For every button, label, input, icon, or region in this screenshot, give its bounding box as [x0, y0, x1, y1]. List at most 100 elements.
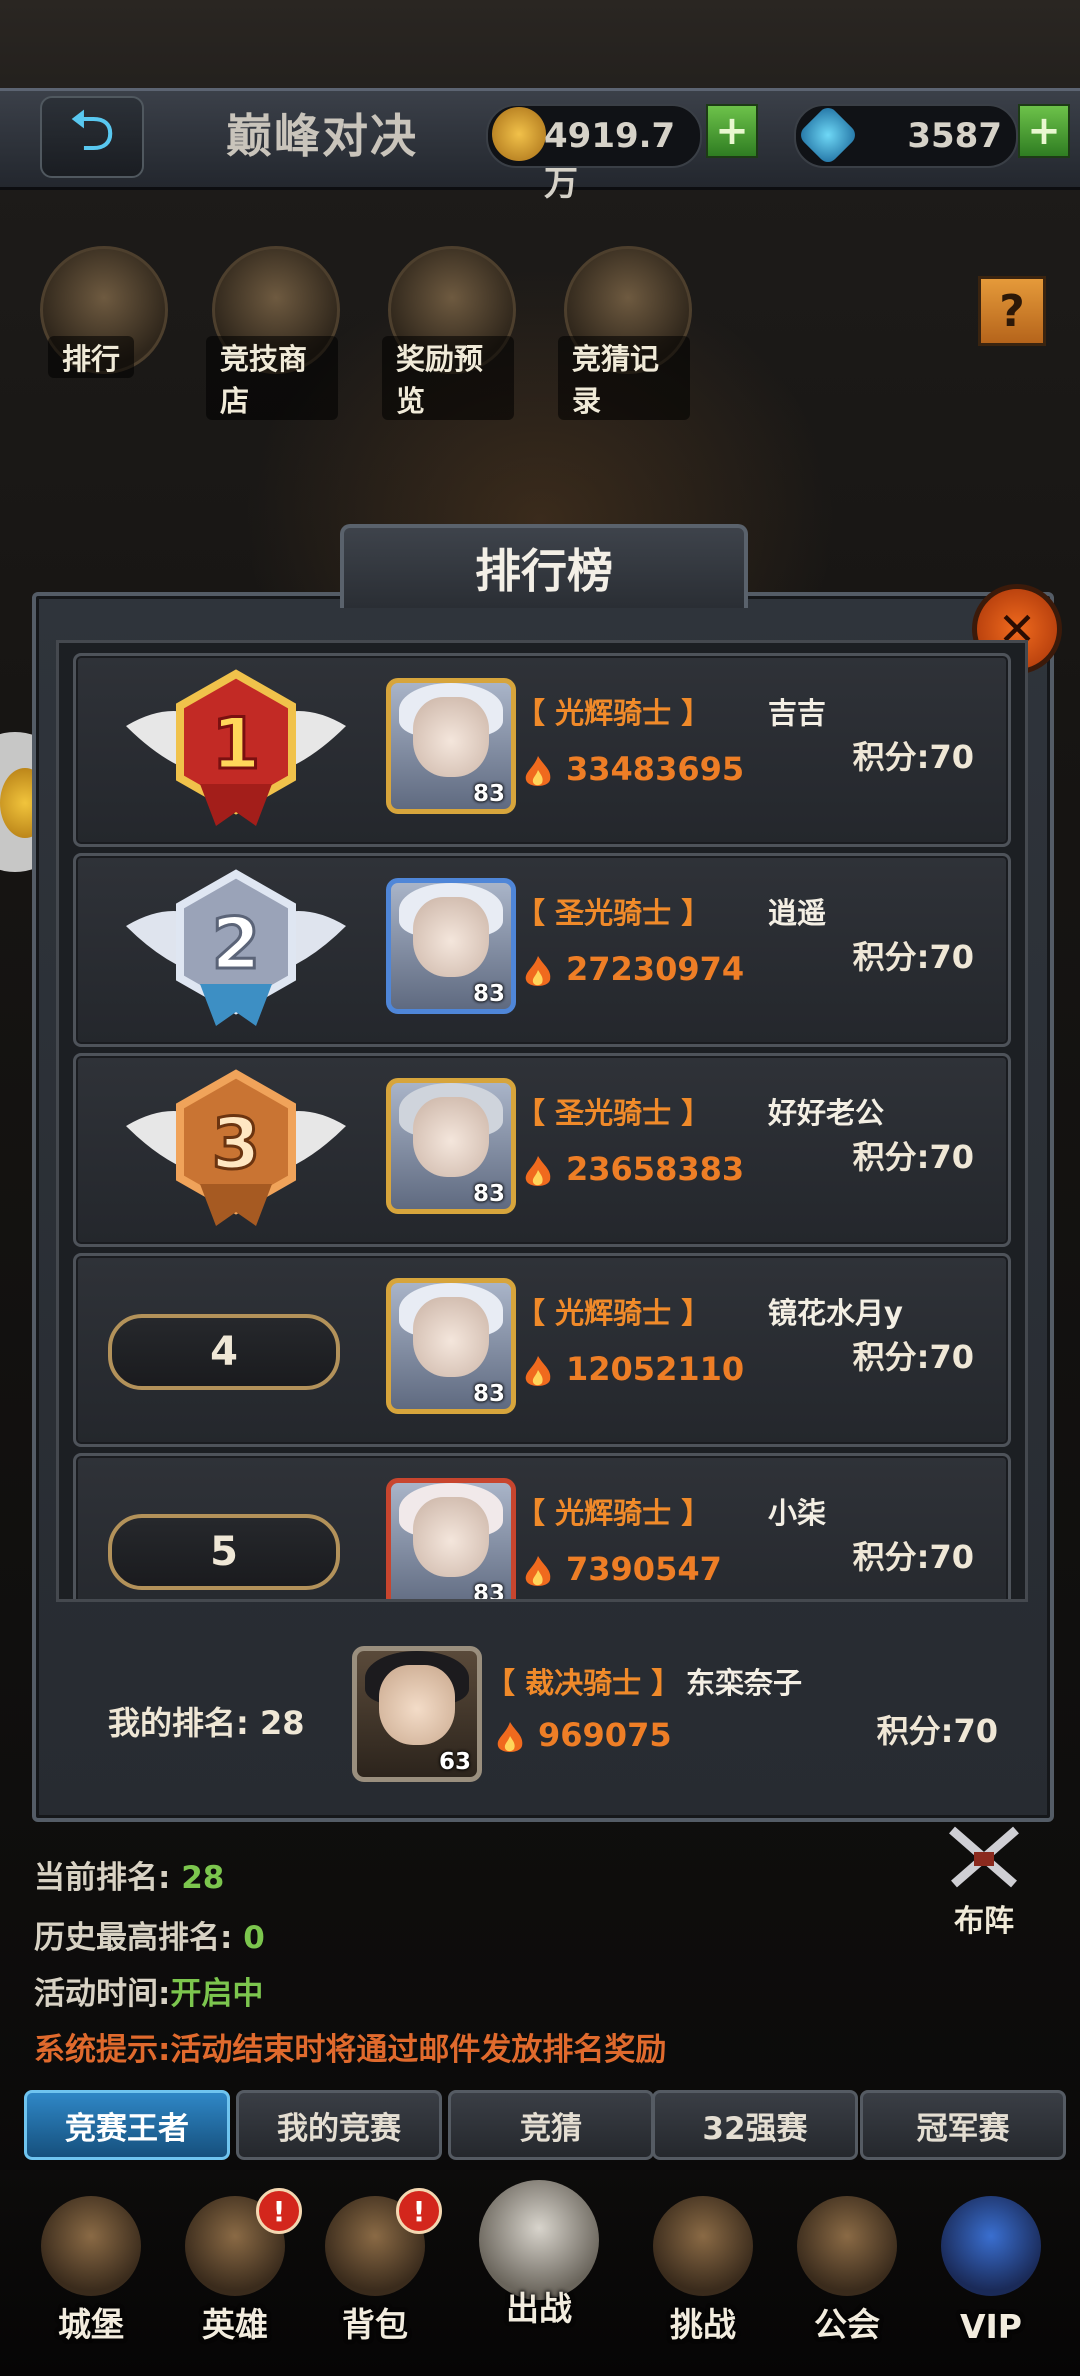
nav-challenge-label: 挑战	[670, 2305, 736, 2344]
my-avatar[interactable]: 63	[352, 1646, 482, 1782]
help-button[interactable]: ?	[978, 276, 1046, 346]
player-score: 积分:70	[852, 1338, 974, 1376]
nav-vip-label: VIP	[959, 2307, 1022, 2346]
player-power: 33483695	[566, 750, 745, 788]
player-score: 积分:70	[852, 1138, 974, 1176]
player-score: 积分:70	[852, 738, 974, 776]
tab-championship[interactable]: 冠军赛	[860, 2090, 1066, 2160]
gold-display: 4919.7万	[486, 104, 702, 204]
nav-castle[interactable]: 城堡	[16, 2196, 166, 2376]
my-power: 969075	[538, 1716, 672, 1754]
menu-reward-preview[interactable]: 奖励预览	[382, 246, 516, 420]
rank-row[interactable]: 2 83 【 圣光骑士 】 逍遥 27230974 积分:70	[73, 853, 1011, 1047]
player-power: 12052110	[566, 1350, 745, 1388]
add-gold-button[interactable]: +	[706, 104, 758, 158]
player-level: 83	[472, 781, 505, 807]
rank-row[interactable]: 3 83 【 圣光骑士 】 好好老公 23658383 积分:70	[73, 1053, 1011, 1247]
event-time-label: 活动时间:	[34, 1976, 171, 2012]
event-time-value: 开启中	[170, 1976, 264, 2012]
fire-icon	[525, 1356, 551, 1386]
medal-rank: 1	[212, 703, 261, 785]
menu-bet-record-label: 竞猜记录	[558, 336, 690, 420]
my-level: 63	[438, 1749, 471, 1775]
player-name: 镜花水月y	[768, 1296, 903, 1330]
rank-row[interactable]: 4 83 【 光辉骑士 】 镜花水月y 12052110 积分:70	[73, 1253, 1011, 1447]
nav-guild-label: 公会	[814, 2305, 880, 2344]
player-power: 27230974	[566, 950, 745, 988]
player-title: 【 光辉骑士 】	[516, 1296, 711, 1330]
fire-icon	[497, 1722, 523, 1752]
tab-top32[interactable]: 32强赛	[652, 2090, 858, 2160]
player-avatar[interactable]: 83	[386, 1278, 516, 1414]
player-level: 83	[472, 1581, 505, 1602]
player-avatar[interactable]: 83	[386, 1078, 516, 1214]
player-level: 83	[472, 1381, 505, 1407]
player-power: 7390547	[566, 1550, 722, 1588]
nav-castle-label: 城堡	[58, 2305, 124, 2344]
alert-badge: !	[396, 2188, 442, 2234]
best-rank-value: 0	[243, 1920, 265, 1956]
guild-banner-icon	[797, 2196, 897, 2296]
diamond-icon	[796, 103, 860, 167]
rank-plate: 5	[108, 1514, 340, 1590]
back-button[interactable]: ⮌	[40, 96, 144, 178]
nav-battle[interactable]: 出战	[464, 2180, 614, 2360]
my-score: 积分:70	[876, 1712, 998, 1750]
back-arrow-icon: ⮌	[68, 95, 116, 164]
nav-battle-label: 出战	[506, 2289, 572, 2328]
add-gem-button[interactable]: +	[1018, 104, 1070, 158]
menu-reward-preview-label: 奖励预览	[382, 336, 514, 420]
my-title: 【 裁决骑士 】	[486, 1666, 681, 1700]
my-rank-row[interactable]: 我的排名: 28 63 【 裁决骑士 】 东栾奈子 969075 积分:70	[60, 1624, 1022, 1796]
player-title: 【 光辉骑士 】	[516, 696, 711, 730]
tab-my-competition[interactable]: 我的竞赛	[236, 2090, 442, 2160]
alert-badge: !	[256, 2188, 302, 2234]
menu-bet-record[interactable]: 竞猜记录	[558, 246, 692, 420]
fire-icon	[525, 956, 551, 986]
rank-row[interactable]: 5 83 【 光辉骑士 】 小柒 7390547 积分:70	[73, 1453, 1011, 1602]
leaderboard-list[interactable]: 1 83 【 光辉骑士 】 吉吉 33483695 积分:70 2 83 【 圣…	[56, 640, 1028, 1602]
gold-coin-icon	[492, 107, 546, 161]
crossed-swords-icon	[949, 1826, 1019, 1888]
player-title: 【 圣光骑士 】	[516, 896, 711, 930]
player-title: 【 光辉骑士 】	[516, 1496, 711, 1530]
menu-ranking[interactable]: 排行	[38, 246, 168, 380]
player-avatar[interactable]: 83	[386, 678, 516, 814]
gem-value: 3587	[907, 116, 1002, 156]
player-power: 23658383	[566, 1150, 745, 1188]
tab-betting[interactable]: 竞猜	[448, 2090, 654, 2160]
nav-hero[interactable]: ! 英雄	[160, 2188, 310, 2376]
player-name: 逍遥	[768, 896, 827, 930]
best-rank-label: 历史最高排名:	[34, 1920, 233, 1956]
player-name: 小柒	[768, 1496, 827, 1530]
nav-guild[interactable]: 公会	[772, 2196, 922, 2376]
menu-ranking-label: 排行	[48, 336, 135, 378]
event-time-info: 活动时间:开启中	[34, 1968, 263, 2013]
player-avatar[interactable]: 83	[386, 878, 516, 1014]
player-level: 83	[472, 1181, 505, 1207]
bronze-medal-icon: 3	[126, 1069, 346, 1226]
gold-value: 4919.7万	[544, 116, 676, 204]
rank-plate: 4	[108, 1314, 340, 1390]
player-level: 83	[472, 981, 505, 1007]
current-rank-label: 当前排名:	[34, 1860, 171, 1896]
player-score: 积分:70	[852, 938, 974, 976]
nav-bag[interactable]: ! 背包	[300, 2188, 450, 2376]
leaderboard-title: 排行榜	[340, 524, 748, 608]
menu-arena-shop[interactable]: 竞技商店	[206, 246, 340, 420]
player-title: 【 圣光骑士 】	[516, 1096, 711, 1130]
best-rank-info: 历史最高排名: 0	[34, 1912, 265, 1957]
current-rank-value: 28	[181, 1860, 225, 1896]
formation-button[interactable]: 布阵	[924, 1822, 1044, 1939]
challenge-icon	[653, 2196, 753, 2296]
nav-hero-label: 英雄	[202, 2305, 268, 2344]
nav-challenge[interactable]: 挑战	[628, 2196, 778, 2376]
rank-row[interactable]: 1 83 【 光辉骑士 】 吉吉 33483695 积分:70	[73, 653, 1011, 847]
system-notice: 系统提示:活动结束时将通过邮件发放排名奖励	[34, 2032, 667, 2068]
player-avatar[interactable]: 83	[386, 1478, 516, 1602]
nav-bag-label: 背包	[342, 2305, 408, 2344]
nav-vip[interactable]: VIP	[916, 2196, 1066, 2376]
current-rank-info: 当前排名: 28	[34, 1852, 224, 1897]
vip-icon	[941, 2196, 1041, 2296]
tab-competition-king[interactable]: 竞赛王者	[24, 2090, 230, 2160]
